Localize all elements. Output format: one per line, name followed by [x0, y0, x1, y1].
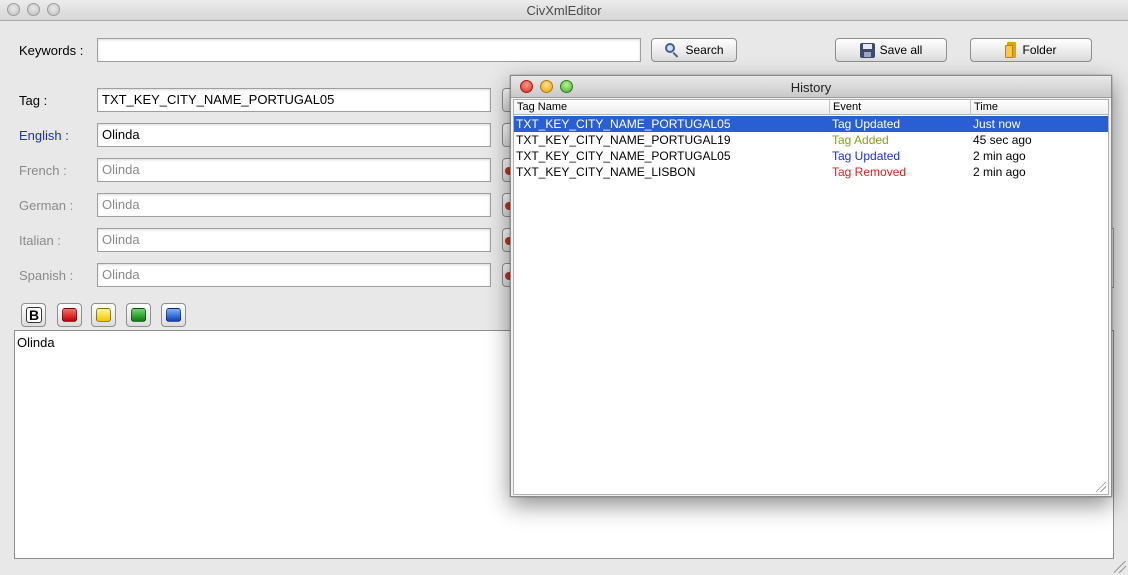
table-row[interactable]: TXT_KEY_CITY_NAME_LISBON Tag Removed 2 min… — [514, 164, 1108, 180]
save-all-label: Save all — [879, 43, 923, 57]
blue-swatch-icon — [166, 308, 181, 322]
cell-time: Just now — [973, 117, 1021, 131]
column-header-time[interactable]: Time — [971, 100, 1108, 115]
keywords-input[interactable] — [97, 38, 641, 62]
bold-icon: B — [26, 307, 42, 323]
german-label: German : — [19, 198, 74, 213]
italian-label: Italian : — [19, 233, 61, 248]
italian-input[interactable]: Olinda — [97, 228, 491, 252]
cell-time: 45 sec ago — [973, 133, 1032, 147]
bold-button[interactable]: B — [21, 303, 46, 327]
window-resize-grip-icon[interactable] — [1114, 561, 1126, 573]
history-table[interactable]: Tag Name Event Time TXT_KEY_CITY_NAME_PO… — [513, 99, 1109, 495]
english-label: English : — [19, 128, 69, 143]
search-button-label: Search — [685, 43, 724, 57]
column-header-tag-name[interactable]: Tag Name — [514, 100, 830, 115]
cell-tag-name: TXT_KEY_CITY_NAME_PORTUGAL19 — [516, 133, 731, 147]
cell-tag-name: TXT_KEY_CITY_NAME_PORTUGAL05 — [516, 149, 731, 163]
spanish-input[interactable]: Olinda — [97, 263, 491, 287]
editor-content: Olinda — [17, 335, 55, 350]
history-title: History — [790, 80, 832, 95]
tag-input[interactable]: TXT_KEY_CITY_NAME_PORTUGAL05 — [97, 88, 491, 112]
german-input[interactable]: Olinda — [97, 193, 491, 217]
red-color-button[interactable] — [57, 303, 82, 327]
table-row[interactable]: TXT_KEY_CITY_NAME_PORTUGAL05 Tag Updated 2… — [514, 148, 1108, 164]
search-button[interactable]: Search — [651, 38, 737, 62]
cell-tag-name: TXT_KEY_CITY_NAME_LISBON — [516, 165, 696, 179]
french-label: French : — [19, 163, 67, 178]
folder-icon — [1005, 42, 1017, 58]
search-icon — [664, 42, 680, 58]
spanish-label: Spanish : — [19, 268, 74, 283]
folder-button[interactable]: Folder — [970, 38, 1092, 62]
tag-label: Tag : — [19, 93, 48, 108]
cell-time: 2 min ago — [973, 165, 1026, 179]
blue-color-button[interactable] — [161, 303, 186, 327]
column-header-event[interactable]: Event — [830, 100, 971, 115]
green-swatch-icon — [131, 308, 146, 322]
keywords-label: Keywords : — [19, 43, 84, 58]
table-row[interactable]: TXT_KEY_CITY_NAME_PORTUGAL19 Tag Added 45 … — [514, 132, 1108, 148]
table-row[interactable]: TXT_KEY_CITY_NAME_PORTUGAL05 Tag Updated J… — [514, 116, 1108, 132]
cell-event: Tag Removed — [832, 165, 907, 179]
title-bar: CivXmlEditor — [0, 0, 1128, 21]
cell-event: Tag Added — [832, 133, 889, 147]
french-input[interactable]: Olinda — [97, 158, 491, 182]
green-color-button[interactable] — [126, 303, 151, 327]
cell-time: 2 min ago — [973, 149, 1026, 163]
floppy-disk-icon — [859, 42, 875, 58]
english-input[interactable]: Olinda — [97, 123, 491, 147]
save-all-button[interactable]: Save all — [835, 38, 947, 62]
history-table-header: Tag Name Event Time — [514, 100, 1108, 115]
window-title: CivXmlEditor — [526, 3, 602, 18]
yellow-color-button[interactable] — [91, 303, 116, 327]
resize-grip-icon[interactable] — [1096, 482, 1106, 492]
cell-tag-name: TXT_KEY_CITY_NAME_PORTUGAL05 — [516, 117, 731, 131]
folder-label: Folder — [1022, 43, 1057, 57]
yellow-swatch-icon — [96, 308, 111, 322]
cell-event: Tag Updated — [832, 117, 901, 131]
history-title-bar[interactable]: History — [511, 76, 1111, 98]
cell-event: Tag Updated — [832, 149, 901, 163]
history-window: History Tag Name Event Time TXT_KEY_CITY… — [510, 75, 1112, 497]
red-swatch-icon — [62, 308, 77, 322]
